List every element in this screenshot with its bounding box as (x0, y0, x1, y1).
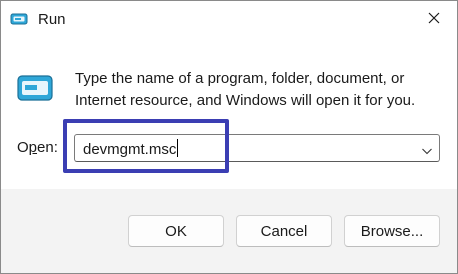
annotation-highlight-box (63, 119, 229, 173)
run-app-icon (10, 12, 28, 26)
chevron-down-icon[interactable] (421, 143, 433, 155)
cancel-button[interactable]: Cancel (236, 215, 332, 247)
description-line-2: Internet resource, and Windows will open… (75, 92, 416, 109)
dialog-description: Type the name of a program, folder, docu… (75, 68, 435, 112)
window-title: Run (38, 11, 66, 28)
close-icon (428, 11, 440, 29)
title-bar[interactable]: Run (1, 1, 457, 39)
ok-button[interactable]: OK (128, 215, 224, 247)
browse-button[interactable]: Browse... (344, 215, 440, 247)
open-label: Open: (17, 139, 58, 156)
button-bar: OK Cancel Browse... (1, 189, 457, 273)
run-dialog: Run Type the name of a program, folder, … (0, 0, 458, 274)
close-button[interactable] (411, 1, 457, 39)
description-line-1: Type the name of a program, folder, docu… (75, 70, 405, 87)
run-icon (16, 73, 54, 103)
